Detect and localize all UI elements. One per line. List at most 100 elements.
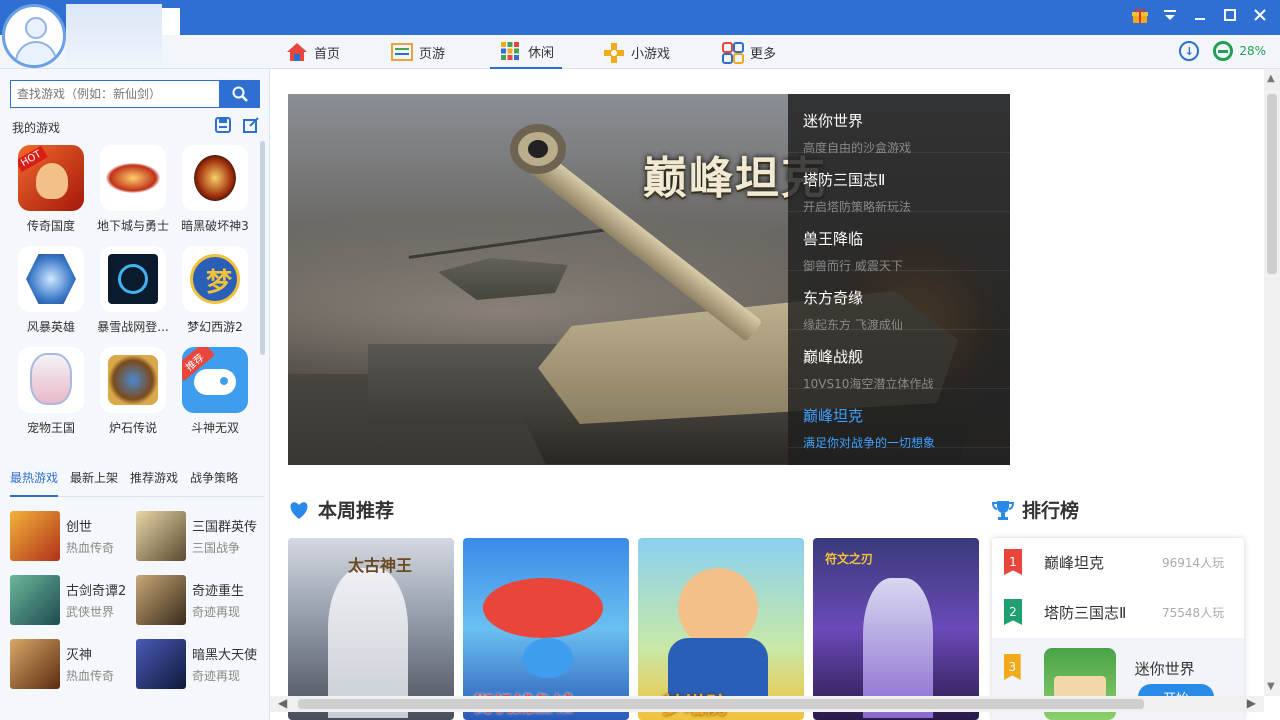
my-game-item[interactable]: 暗黑破坏神3 [174, 145, 256, 234]
tab-webgame[interactable]: 页游 [391, 35, 445, 69]
progress-indicator[interactable]: 28% [1213, 41, 1266, 61]
ranking-title: 排行榜 [1022, 500, 1080, 522]
rank-badge: 1 [1004, 549, 1022, 575]
my-game-item[interactable]: 暴雪战网登... [92, 246, 174, 335]
hot-game-item[interactable]: 灭神 热血传奇 [10, 639, 136, 689]
menu-icon[interactable] [1158, 4, 1182, 26]
game-thumb [10, 511, 60, 561]
scroll-down-icon[interactable]: ▼ [1267, 681, 1275, 692]
my-games-grid: HOT 传奇国度 地下城与勇士 暗黑破坏神3 风暴英雄 暴雪战网登... 梦 梦… [10, 145, 254, 436]
main-vertical-scrollbar[interactable]: ▲ ▼ [1264, 69, 1280, 696]
tab-label: 页游 [419, 46, 446, 62]
my-game-item[interactable]: 梦 梦幻西游2 [174, 246, 256, 335]
game-icon [18, 347, 84, 413]
category-tab[interactable]: 推荐游戏 [130, 469, 178, 488]
tab-home[interactable]: 首页 [286, 35, 340, 69]
banner-list-item[interactable]: 塔防三国志Ⅱ 开启塔防策略新玩法 [788, 153, 1010, 214]
game-icon [100, 145, 166, 211]
my-game-item[interactable]: 风暴英雄 [10, 246, 92, 335]
game-icon: 推荐 [182, 347, 248, 413]
sidebar-scrollbar[interactable] [260, 141, 265, 355]
app-window: 首页 页游 休闲 小游戏 更多 ↓ 28% 查找游戏（例如：新仙剑） 我的游戏 … [0, 0, 1280, 720]
banner-list-item-active[interactable]: 巅峰坦克 满足你对战争的一切想象 [788, 389, 1010, 450]
game-thumb [136, 639, 186, 689]
game-icon [100, 246, 166, 312]
save-icon[interactable] [215, 117, 231, 133]
hot-game-item[interactable]: 三国群英传 三国战争 [136, 511, 262, 561]
ranking-header: 排行榜 [992, 496, 1079, 523]
tab-minigame[interactable]: 小游戏 [603, 35, 670, 69]
game-card-4[interactable]: 符文之刃 [813, 538, 979, 720]
tab-label: 休闲 [528, 45, 555, 61]
category-tab[interactable]: 战争策略 [190, 469, 238, 488]
scroll-right-icon[interactable]: ▶ [1247, 696, 1256, 710]
game-thumb [10, 639, 60, 689]
game-thumb [136, 511, 186, 561]
tab-casual[interactable]: 休闲 [490, 35, 562, 69]
featured-banner[interactable]: 巅峰坦克 迷你世界 高度自由的沙盒游戏 塔防三国志Ⅱ 开启塔防策略新玩法 兽王降临御… [288, 94, 1010, 465]
progress-ring-icon [1213, 41, 1234, 61]
search-input[interactable] [10, 80, 220, 108]
title-bar [0, 0, 1280, 35]
hot-game-item[interactable]: 奇迹重生 奇迹再现 [136, 575, 262, 625]
weekly-title: 本周推荐 [318, 500, 395, 522]
tab-label: 小游戏 [631, 46, 671, 62]
minimize-icon[interactable] [1188, 4, 1212, 26]
tab-more[interactable]: 更多 [722, 35, 776, 69]
game-thumb [10, 575, 60, 625]
close-icon[interactable] [1248, 4, 1272, 26]
weekly-cards: 太古神王 街机捕鱼城 梦塔防 符文之刃 [288, 538, 979, 720]
ranking-item[interactable]: 2 塔防三国志Ⅱ 75548人玩 [992, 588, 1244, 636]
edit-icon[interactable] [243, 117, 259, 133]
game-card-1[interactable]: 太古神王 [288, 538, 454, 720]
banner-list-item[interactable]: 迷你世界 高度自由的沙盒游戏 [788, 94, 1010, 155]
ranking-list: 1 巅峰坦克 96914人玩 2 塔防三国志Ⅱ 75548人玩 3 迷你世界 开… [992, 538, 1244, 720]
main-content: 巅峰坦克 迷你世界 高度自由的沙盒游戏 塔防三国志Ⅱ 开启塔防策略新玩法 兽王降临御… [270, 69, 1280, 720]
progress-text: 28% [1239, 44, 1266, 58]
game-icon: 梦 [182, 246, 248, 312]
my-game-item[interactable]: 地下城与勇士 [92, 145, 174, 234]
hot-game-item[interactable]: 暗黑大天使 奇迹再现 [136, 639, 262, 689]
maximize-icon[interactable] [1218, 4, 1242, 26]
username-blurred [66, 4, 162, 62]
my-game-item[interactable]: 推荐 斗神无双 [174, 347, 256, 436]
window-controls [1128, 4, 1272, 26]
minigame-icon [603, 42, 624, 63]
search-button[interactable] [220, 80, 260, 108]
tab-label: 更多 [750, 46, 777, 62]
scroll-up-icon[interactable]: ▲ [1267, 73, 1275, 84]
download-icon[interactable]: ↓ [1179, 41, 1200, 61]
scroll-left-icon[interactable]: ◀ [278, 696, 287, 710]
category-tab[interactable]: 最热游戏 [10, 469, 59, 497]
avatar[interactable] [2, 4, 66, 68]
search-box [10, 80, 260, 108]
rank-badge: 2 [1004, 599, 1022, 625]
category-tab[interactable]: 最新上架 [70, 469, 118, 488]
game-card-3[interactable]: 梦塔防 [638, 538, 804, 720]
banner-list-item[interactable]: 东方奇缘 缘起东方 飞渡成仙 [788, 271, 1010, 332]
game-card-2[interactable]: 街机捕鱼城 [463, 538, 629, 720]
game-icon [18, 246, 84, 312]
top-nav: 首页 页游 休闲 小游戏 更多 ↓ 28% [0, 35, 1280, 69]
ranking-item[interactable]: 1 巅峰坦克 96914人玩 [992, 538, 1244, 586]
more-icon [722, 42, 744, 64]
sidebar: 我的游戏 HOT 传奇国度 地下城与勇士 [0, 69, 270, 720]
banner-list-item[interactable]: 巅峰战舰 10VS10海空潜立体作战 [788, 330, 1010, 391]
main-horizontal-scrollbar[interactable]: ◀ ▶ [270, 696, 1264, 712]
game-thumb [136, 575, 186, 625]
my-game-item[interactable]: 宠物王国 [10, 347, 92, 436]
banner-list-item[interactable]: 兽王降临 御兽而行 威震天下 [788, 212, 1010, 273]
hscroll-thumb[interactable] [298, 699, 1144, 709]
casual-icon [500, 41, 520, 61]
scroll-thumb[interactable] [1267, 94, 1277, 274]
gift-icon[interactable] [1128, 4, 1152, 26]
search-icon [232, 86, 248, 102]
banner-game-list: 迷你世界 高度自由的沙盒游戏 塔防三国志Ⅱ 开启塔防策略新玩法 兽王降临 御兽而行 威… [788, 94, 1010, 465]
hot-game-item[interactable]: 创世 热血传奇 [10, 511, 136, 561]
category-tabs: 最热游戏 最新上架 推荐游戏 战争策略 [10, 469, 264, 497]
my-game-item[interactable]: 炉石传说 [92, 347, 174, 436]
webgame-icon [391, 42, 413, 62]
hot-game-item[interactable]: 古剑奇谭2 武侠世界 [10, 575, 136, 625]
my-game-item[interactable]: HOT 传奇国度 [10, 145, 92, 234]
game-icon [182, 145, 248, 211]
